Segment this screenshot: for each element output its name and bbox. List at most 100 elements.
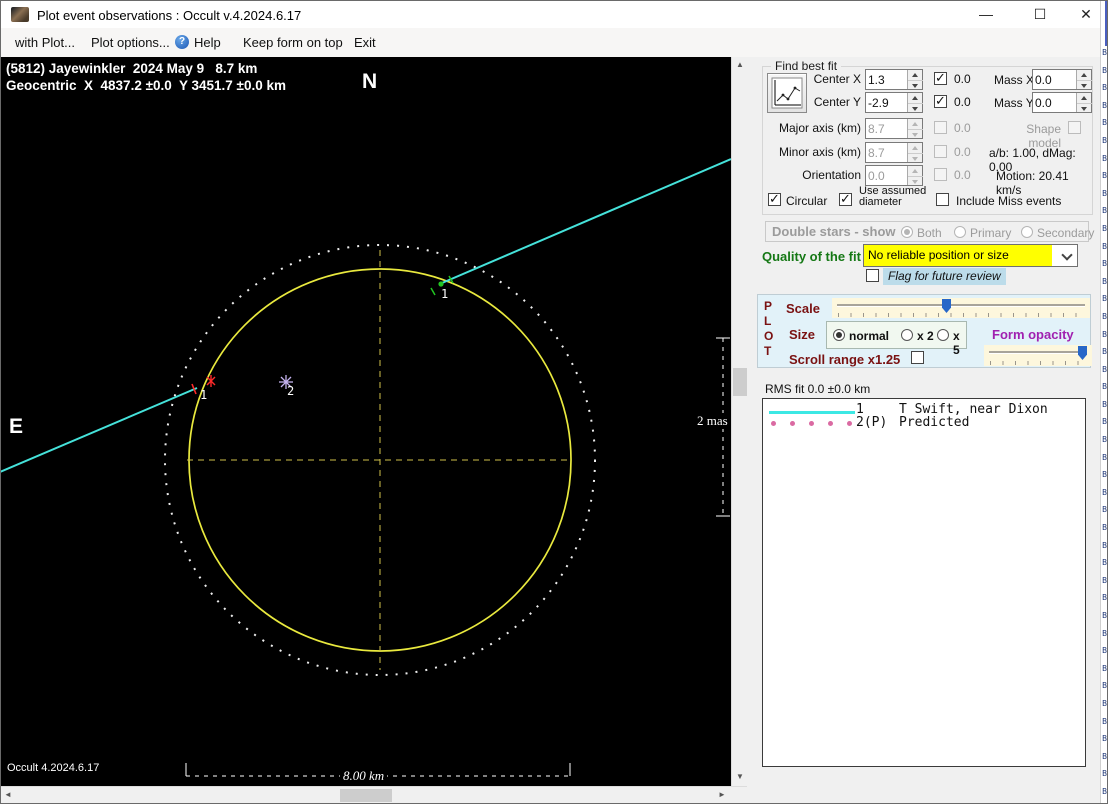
major-axis-label: Major axis (km): [778, 121, 861, 135]
scale-mas-label: 2 mas: [694, 413, 731, 429]
motion-label: Motion: 20.41 km/s: [996, 169, 1069, 197]
menu-with-plot[interactable]: with Plot...: [15, 35, 75, 50]
quality-dropdown[interactable]: No reliable position or size: [863, 244, 1078, 267]
opacity-slider-track: [989, 351, 1087, 353]
plot-canvas[interactable]: (5812) Jayewinkler 2024 May 9 8.7 km Geo…: [0, 57, 731, 786]
help-icon[interactable]: ?: [175, 35, 189, 49]
east-label: E: [9, 415, 24, 438]
orientation-input: [868, 166, 906, 185]
north-label: N: [362, 70, 378, 93]
orientation-sigma: 0.0: [954, 168, 971, 182]
reappearance-dot-icon: [438, 281, 444, 287]
maximize-button[interactable]: ☐: [1023, 1, 1057, 28]
center-x-label: Center X: [813, 72, 861, 86]
major-axis-input: [868, 119, 906, 138]
app-icon: [11, 7, 29, 22]
scroll-right-icon[interactable]: ►: [714, 787, 730, 803]
mass-x-spinner[interactable]: [1032, 69, 1092, 90]
orientation-label: Orientation: [802, 168, 861, 182]
menu-help[interactable]: Help: [194, 35, 221, 50]
size-label: Size: [789, 327, 816, 342]
major-axis-sigma: 0.0: [954, 121, 971, 135]
double-primary-label: Primary: [970, 226, 1012, 240]
vertical-scrollbar-thumb[interactable]: [733, 368, 747, 396]
opacity-slider-thumb[interactable]: [1078, 346, 1087, 360]
orientation-spinner: [865, 165, 923, 186]
minor-axis-label: Minor axis (km): [778, 145, 861, 159]
close-button[interactable]: ✕: [1069, 1, 1103, 28]
include-miss-events-checkbox[interactable]: [936, 193, 949, 206]
chord1-d-label: 1: [200, 388, 208, 402]
center-x-spinner[interactable]: [865, 69, 923, 90]
size-normal-radio[interactable]: [833, 329, 845, 341]
shape-model-checkbox: [1068, 121, 1081, 134]
event-title: (5812) Jayewinkler 2024 May 9 8.7 km: [6, 61, 258, 76]
chevron-down-icon: [1061, 249, 1073, 261]
rms-fit-label: RMS fit 0.0 ±0.0 km: [765, 382, 871, 396]
scale-slider-thumb[interactable]: [942, 299, 951, 313]
double-stars-group: Double stars - show Both Primary Seconda…: [765, 221, 1094, 242]
minor-axis-sigma: 0.0: [954, 145, 971, 159]
chord1-pre-segment: [0, 387, 198, 473]
scroll-up-icon[interactable]: ▲: [732, 57, 748, 73]
horizontal-scrollbar[interactable]: ◄ ►: [0, 786, 747, 803]
chord1-r-label: 1: [441, 287, 449, 301]
circular-label: Circular: [786, 194, 828, 208]
size-x5-radio[interactable]: [937, 329, 949, 341]
form-opacity-label: Form opacity: [992, 327, 1074, 342]
scroll-range-checkbox[interactable]: [911, 351, 924, 364]
star2-label: 2: [287, 384, 295, 398]
horizontal-scrollbar-thumb[interactable]: [340, 789, 392, 802]
double-both-label: Both: [917, 226, 942, 240]
center-x-fit-checkbox[interactable]: [934, 70, 947, 86]
plot-drawing: [0, 158, 731, 777]
background-window-edge: B B B B B B B B B B B B B B B B B B B B …: [1100, 0, 1108, 804]
mass-x-label: Mass X: [994, 73, 1035, 87]
size-normal-label: normal: [849, 329, 890, 343]
double-primary-radio: [954, 226, 966, 238]
flag-review-label: Flag for future review: [883, 268, 1006, 285]
menu-plot-options[interactable]: Plot options...: [91, 35, 170, 50]
quality-value: No reliable position or size: [864, 245, 1052, 266]
use-assumed-diameter-checkbox[interactable]: [839, 191, 852, 207]
minimize-button[interactable]: —: [969, 1, 1003, 28]
scale-km-label: 8.00 km: [340, 768, 388, 784]
circular-checkbox[interactable]: [768, 191, 781, 207]
scale-slider[interactable]: [832, 298, 1090, 318]
scroll-down-icon[interactable]: ▼: [732, 769, 748, 785]
use-assumed-diameter-label: Use assumed diameter: [859, 185, 927, 208]
double-both-radio: [901, 226, 913, 238]
size-x2-radio[interactable]: [901, 329, 913, 341]
orientation-fit-checkbox: [934, 168, 947, 181]
mass-y-spinner[interactable]: [1032, 92, 1092, 113]
predicted-legend-dots: [769, 421, 855, 426]
center-y-input[interactable]: [868, 93, 906, 112]
find-best-fit-group: Find best fit Center X 0.0 Mass X Center…: [762, 59, 1093, 215]
minor-axis-spinner: [865, 142, 923, 163]
menu-keep-on-top[interactable]: Keep form on top: [243, 35, 343, 50]
center-x-input[interactable]: [868, 70, 906, 89]
flag-review-checkbox[interactable]: [866, 269, 879, 282]
control-panel: Find best fit Center X 0.0 Mass X Center…: [747, 57, 1100, 804]
chord1-legend-line: [769, 411, 855, 414]
menu-exit[interactable]: Exit: [354, 35, 376, 50]
double-secondary-radio: [1021, 226, 1033, 238]
observation-list[interactable]: 1 T Swift, near Dixon 2(P) Predicted: [762, 398, 1086, 767]
vertical-scrollbar[interactable]: ▲ ▼: [731, 57, 747, 786]
mass-y-input[interactable]: [1035, 93, 1075, 112]
find-best-fit-title: Find best fit: [771, 59, 842, 73]
quality-label: Quality of the fit: [762, 249, 861, 264]
double-secondary-label: Secondary: [1037, 226, 1095, 240]
size-x5-label: x 5: [953, 329, 960, 357]
center-y-label: Center Y: [813, 95, 861, 109]
mass-x-input[interactable]: [1035, 70, 1075, 89]
center-y-fit-checkbox[interactable]: [934, 93, 947, 109]
title-bar: Plot event observations : Occult v.4.202…: [1, 1, 1100, 28]
scale-slider-ticks: [838, 313, 1084, 317]
opacity-slider-ticks: [990, 361, 1086, 365]
form-opacity-slider[interactable]: [984, 345, 1092, 366]
version-label: Occult 4.2024.6.17: [7, 762, 100, 774]
center-y-spinner[interactable]: [865, 92, 923, 113]
scroll-left-icon[interactable]: ◄: [0, 787, 16, 803]
scale-slider-track: [837, 304, 1085, 306]
